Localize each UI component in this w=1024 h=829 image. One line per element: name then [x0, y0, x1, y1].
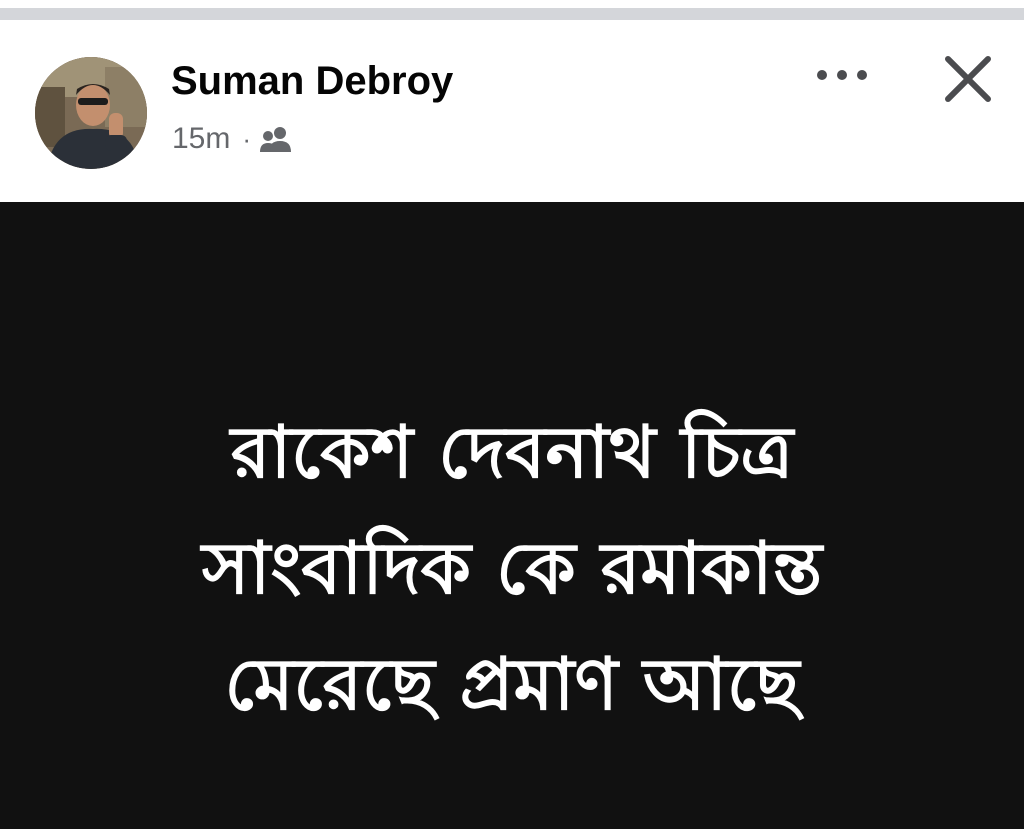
- top-divider: [0, 0, 1024, 21]
- post-timestamp[interactable]: 15m: [172, 122, 230, 156]
- post-image[interactable]: রাকেশ দেবনাথ চিত্র সাংবাদিক কে রমাকান্ত …: [0, 202, 1024, 829]
- avatar[interactable]: [35, 57, 147, 169]
- more-horizontal-icon: [817, 70, 867, 80]
- post-text-line-1: রাকেশ দেবনাথ চিত্র: [230, 410, 794, 494]
- close-button[interactable]: [940, 51, 996, 107]
- author-name[interactable]: Suman Debroy: [171, 59, 453, 104]
- close-icon: [945, 56, 991, 102]
- post-viewer: Suman Debroy 15m · রাকেশ দেবনাথ চিত্র সা…: [0, 0, 1024, 829]
- friends-icon[interactable]: [259, 125, 293, 153]
- post-header: Suman Debroy 15m ·: [0, 21, 1024, 202]
- divider-bar: [0, 8, 1024, 20]
- post-text-line-3: মেরেছে প্রমাণ আছে: [224, 642, 800, 726]
- meta-separator: ·: [242, 123, 252, 154]
- more-options-button[interactable]: [812, 61, 872, 89]
- avatar-photo: [35, 57, 147, 169]
- post-meta: 15m ·: [172, 121, 293, 157]
- post-image-text: রাকেশ দেবনাথ চিত্র সাংবাদিক কে রমাকান্ত …: [0, 394, 1024, 742]
- post-text-line-2: সাংবাদিক কে রমাকান্ত: [201, 526, 823, 610]
